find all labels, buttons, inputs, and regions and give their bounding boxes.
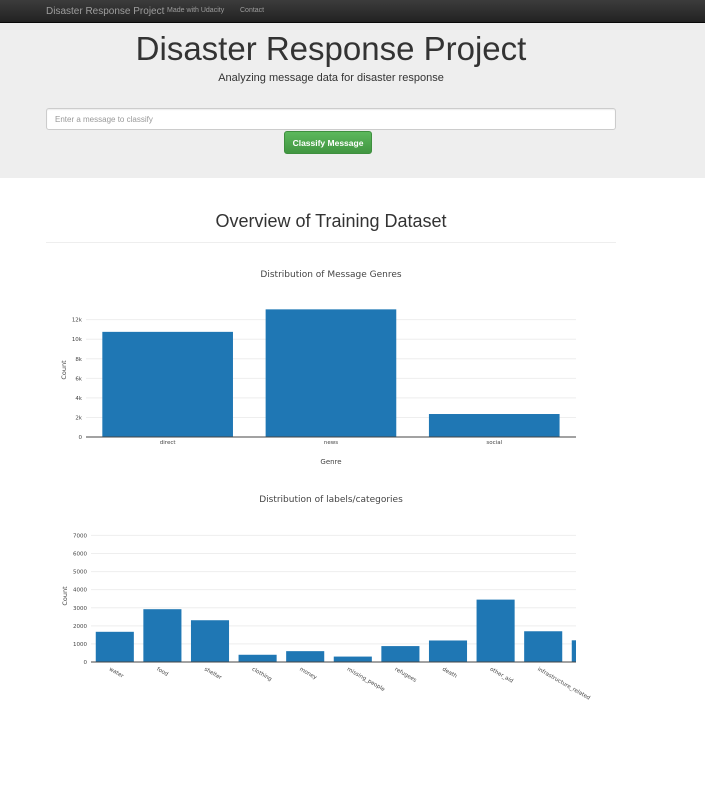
bar xyxy=(265,309,397,437)
x-tick-label: news xyxy=(324,440,338,446)
y-tick-label: 4k xyxy=(75,396,82,402)
page-subtitle: Analyzing message data for disaster resp… xyxy=(218,72,444,84)
bar xyxy=(524,631,563,662)
x-tick-label: death xyxy=(441,667,458,680)
y-tick-label: 7000 xyxy=(73,533,87,539)
y-tick-label: 6k xyxy=(75,376,82,382)
chart-title: Distribution of Message Genres xyxy=(260,270,401,280)
bar xyxy=(476,599,515,662)
y-tick-label: 6000 xyxy=(73,552,87,558)
bar xyxy=(238,654,277,662)
x-tick-label: refugees xyxy=(393,667,417,684)
bar xyxy=(95,631,134,662)
nav-link-contact[interactable]: Contact xyxy=(240,7,264,14)
header-jumbotron: Disaster Response Project Analyzing mess… xyxy=(0,23,705,178)
x-tick-label: social xyxy=(486,440,502,446)
label-distribution-chart: Distribution of labels/categories 0 1000 20… xyxy=(61,495,591,702)
bar xyxy=(381,646,420,662)
section-title: Overview of Training Dataset xyxy=(215,211,447,231)
bar xyxy=(102,331,233,437)
section-divider xyxy=(46,242,616,243)
y-tick-label: 0 xyxy=(79,435,83,441)
y-tick-label: 0 xyxy=(84,660,88,666)
bar xyxy=(190,620,230,662)
y-axis-label: Count xyxy=(60,360,68,380)
x-tick-label: clothing xyxy=(251,667,273,683)
x-tick-label: money xyxy=(298,667,318,682)
y-tick-label: 10k xyxy=(72,337,83,343)
bar xyxy=(428,640,468,662)
x-tick-label: direct xyxy=(160,440,177,446)
navbar: Disaster Response Project Made with Udac… xyxy=(0,0,705,23)
navbar-brand[interactable]: Disaster Response Project xyxy=(46,6,164,17)
y-tick-label: 2000 xyxy=(73,624,87,630)
x-tick-label: missing_people xyxy=(346,667,386,694)
bar xyxy=(286,651,325,662)
y-tick-label: 2k xyxy=(75,415,82,421)
bar xyxy=(333,656,372,662)
x-tick-label: water xyxy=(108,667,125,680)
message-input[interactable] xyxy=(46,108,616,130)
y-tick-label: 1000 xyxy=(73,642,87,648)
y-tick-label: 5000 xyxy=(73,570,87,576)
x-tick-label: food xyxy=(155,667,169,678)
y-tick-label: 12k xyxy=(72,318,83,324)
bar xyxy=(143,609,182,662)
x-tick-label: shelter xyxy=(203,667,223,682)
bar xyxy=(428,414,560,437)
y-tick-label: 4000 xyxy=(73,588,87,594)
y-tick-label: 8k xyxy=(75,357,82,363)
x-tick-label: infrastructure_related xyxy=(536,667,591,702)
page-title: Disaster Response Project xyxy=(135,30,527,67)
x-tick-label: other_aid xyxy=(489,667,514,685)
classify-message-button[interactable]: Classify Message xyxy=(284,131,372,154)
x-axis-label: Genre xyxy=(320,458,341,466)
y-tick-label: 3000 xyxy=(73,606,87,612)
chart-title: Distribution of labels/categories xyxy=(259,495,403,505)
genre-distribution-chart: Distribution of Message Genres 0 2k 4k 6k 8k 1… xyxy=(60,270,576,466)
nav-link-udacity[interactable]: Made with Udacity xyxy=(167,7,224,14)
y-axis-label: Count xyxy=(61,586,69,606)
bar xyxy=(571,640,576,662)
